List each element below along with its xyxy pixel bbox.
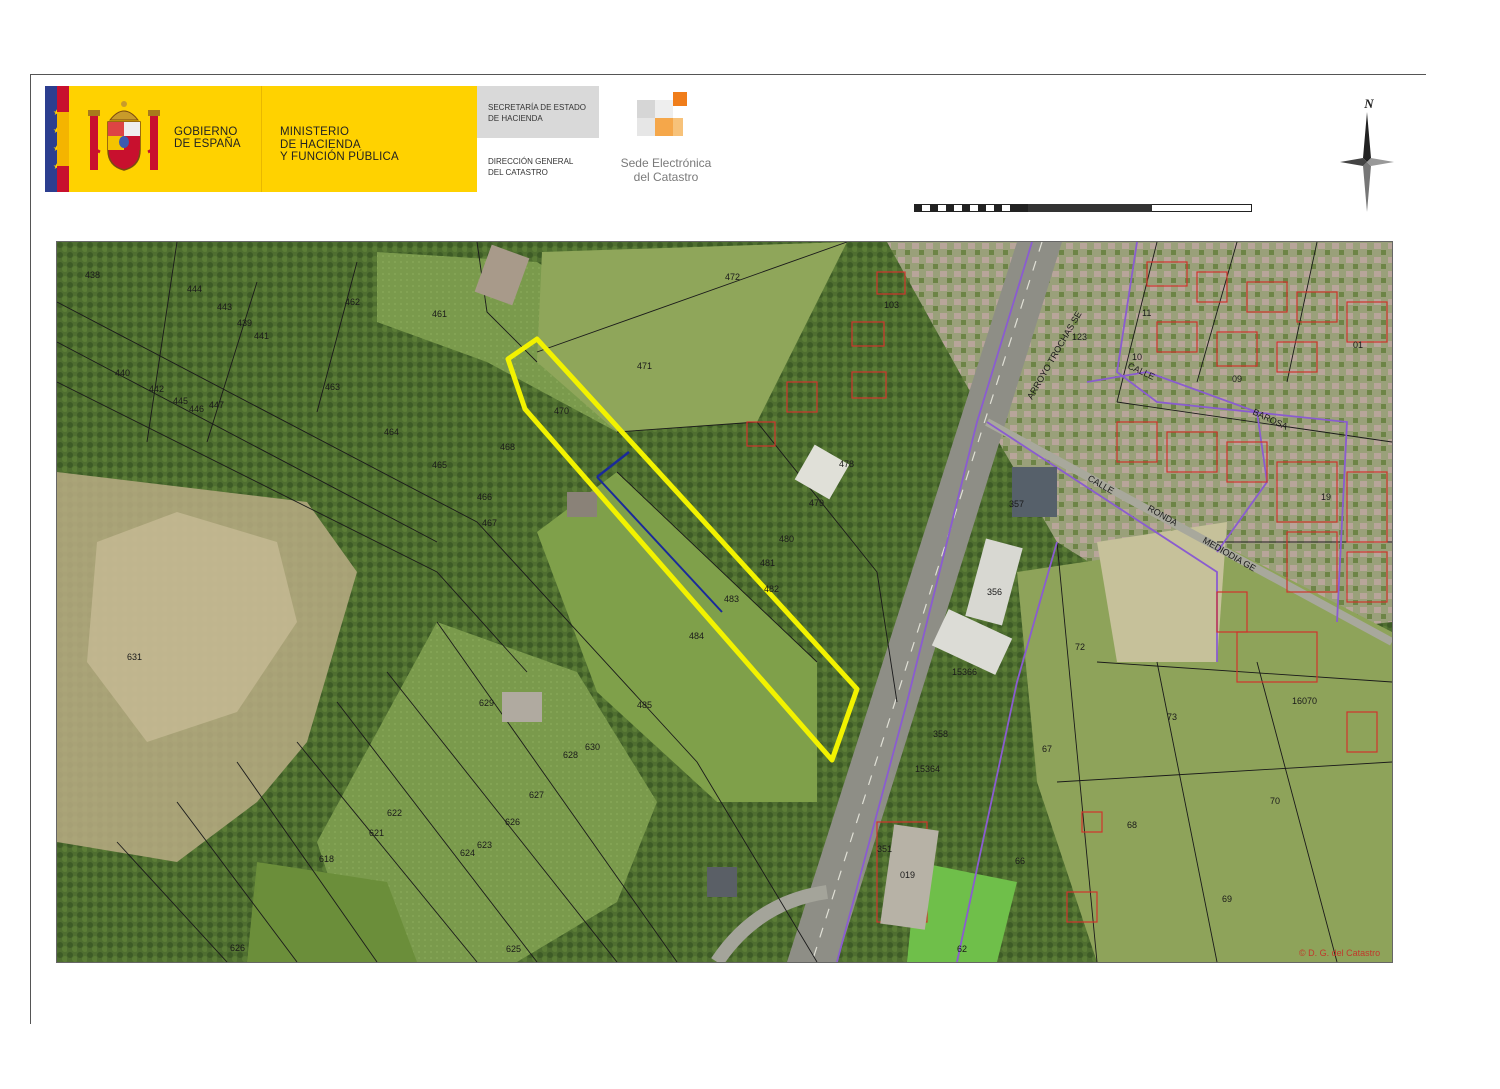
parcel-label-445: 445	[173, 396, 188, 406]
parcel-label-463: 463	[325, 382, 340, 392]
parcel-label-68: 68	[1127, 820, 1137, 830]
parcel-label-15364: 15364	[915, 764, 940, 774]
ministerio-text: MINISTERIO DE HACIENDA Y FUNCIÓN PÚBLICA	[280, 126, 399, 163]
parcel-label-618: 618	[319, 854, 334, 864]
north-arrow-icon: N	[1340, 96, 1394, 212]
parcel-label-442: 442	[149, 384, 164, 394]
parcel-label-468: 468	[500, 442, 515, 452]
parcel-label-15366: 15366	[952, 667, 977, 677]
parcel-label-01: 01	[1353, 340, 1363, 350]
parcel-label-479: 479	[809, 498, 824, 508]
scale-bar	[914, 204, 1252, 212]
parcel-label-625: 625	[506, 944, 521, 954]
parcel-label-72: 72	[1075, 642, 1085, 652]
parcel-label-123: 123	[1072, 332, 1087, 342]
spain-flag	[57, 86, 69, 192]
parcel-label-67: 67	[1042, 744, 1052, 754]
parcel-label-440: 440	[115, 368, 130, 378]
sede-electronica-text: Sede Electrónica del Catastro	[620, 156, 712, 184]
parcel-label-628: 628	[563, 750, 578, 760]
parcel-label-66: 66	[1015, 856, 1025, 866]
parcel-label-73: 73	[1167, 712, 1177, 722]
parcel-label-10: 10	[1132, 352, 1142, 362]
parcel-label-019: 019	[900, 870, 915, 880]
parcel-label-472: 472	[725, 272, 740, 282]
parcel-label-626: 626	[505, 817, 520, 827]
parcel-label-624: 624	[460, 848, 475, 858]
parcel-label-629: 629	[479, 698, 494, 708]
parcel-label-626-south: 626	[230, 943, 245, 953]
parcel-label-621: 621	[369, 828, 384, 838]
parcel-label-447: 447	[209, 400, 224, 410]
parcel-label-70: 70	[1270, 796, 1280, 806]
sede-catastro-logo-icon	[637, 92, 687, 136]
parcel-label-461: 461	[432, 309, 447, 319]
parcel-label-11: 11	[1142, 308, 1151, 318]
direccion-general-text: DIRECCIÓN GENERAL DEL CATASTRO	[488, 157, 574, 177]
parcel-label-62: 62	[957, 944, 967, 954]
parcel-label-485: 485	[637, 700, 652, 710]
parcel-label-103: 103	[884, 300, 899, 310]
parcel-label-438: 438	[85, 270, 100, 280]
parcel-label-622: 622	[387, 808, 402, 818]
parcel-label-484: 484	[689, 631, 704, 641]
parcel-label-356: 356	[987, 587, 1002, 597]
coat-of-arms-icon	[88, 101, 160, 171]
parcel-label-351: 351	[877, 844, 892, 854]
parcel-label-623: 623	[477, 840, 492, 850]
catastro-copyright: © D. G. del Catastro	[1299, 948, 1380, 958]
parcel-label-439: 439	[237, 318, 252, 328]
secretaria-text: SECRETARÍA DE ESTADO DE HACIENDA	[488, 103, 586, 123]
parcel-label-631: 631	[127, 652, 142, 662]
parcel-label-480: 480	[779, 534, 794, 544]
parcel-label-464: 464	[384, 427, 399, 437]
parcel-label-16070: 16070	[1292, 696, 1317, 706]
banner-divider	[261, 86, 262, 192]
parcel-label-441: 441	[254, 331, 269, 341]
parcel-label-443: 443	[217, 302, 232, 312]
parcel-label-483: 483	[724, 594, 739, 604]
parcel-label-630: 630	[585, 742, 600, 752]
parcel-label-471: 471	[637, 361, 652, 371]
parcel-label-446: 446	[189, 404, 204, 414]
parcel-label-09: 09	[1232, 374, 1242, 384]
north-label: N	[1363, 96, 1374, 111]
parcel-label-465: 465	[432, 460, 447, 470]
parcel-label-478: 478	[839, 459, 854, 469]
parcel-label-470: 470	[554, 406, 569, 416]
page-frame-top	[30, 74, 1426, 75]
parcel-label-444: 444	[187, 284, 202, 294]
parcel-label-467: 467	[482, 518, 497, 528]
parcel-label-462: 462	[345, 297, 360, 307]
parcel-label-357: 357	[1009, 499, 1024, 509]
page-frame-left	[30, 74, 31, 1024]
cadastral-map[interactable]: 471 472 470 481 482 483 484 485 480 479 …	[56, 241, 1393, 963]
parcel-label-627: 627	[529, 790, 544, 800]
gobierno-de-espana-text: GOBIERNO DE ESPAÑA	[174, 126, 241, 150]
parcel-label-69: 69	[1222, 894, 1232, 904]
parcel-label-482: 482	[764, 584, 779, 594]
parcel-label-19: 19	[1321, 492, 1331, 502]
parcel-label-358: 358	[933, 729, 948, 739]
parcel-label-481: 481	[760, 558, 775, 568]
parcel-label-466: 466	[477, 492, 492, 502]
